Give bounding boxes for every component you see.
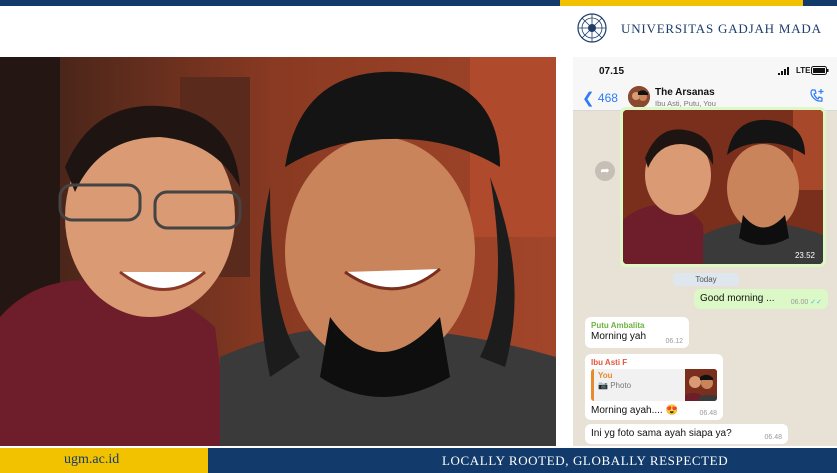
message-sender: Ibu Asti F bbox=[591, 358, 628, 367]
ugm-logo-icon bbox=[577, 13, 607, 43]
message-text: Good morning ... bbox=[700, 293, 775, 304]
image-message[interactable]: 23.52 bbox=[620, 107, 826, 267]
quoted-label-text: Photo bbox=[610, 381, 632, 390]
camera-icon: 📷 bbox=[598, 381, 608, 390]
message-bubble[interactable]: Good morning ... 06.00 ✓✓ bbox=[694, 289, 828, 309]
double-check-icon: ✓✓ bbox=[810, 299, 822, 306]
date-divider: Today bbox=[673, 273, 739, 286]
network-label: LTE bbox=[796, 66, 811, 75]
back-count: 468 bbox=[597, 91, 618, 105]
message-time: 06.00 ✓✓ bbox=[791, 298, 822, 306]
message-time: 06.48 bbox=[699, 410, 717, 417]
whatsapp-screenshot: 07.15 LTE ❮ 468 The Arsanas Ibu Asti, Pu… bbox=[573, 57, 837, 446]
message-text: Ini yg foto sama ayah siapa ya? bbox=[591, 428, 732, 439]
message-bubble[interactable]: Ini yg foto sama ayah siapa ya? 06.48 bbox=[585, 424, 788, 444]
image-time: 23.52 bbox=[794, 251, 815, 260]
top-accent-bar-right bbox=[803, 0, 837, 6]
battery-icon bbox=[811, 66, 829, 75]
tagline: LOCALLY ROOTED, GLOBALLY RESPECTED bbox=[442, 453, 729, 468]
status-time: 07.15 bbox=[599, 66, 625, 77]
add-call-icon[interactable] bbox=[809, 88, 825, 104]
chevron-left-icon: ❮ bbox=[582, 90, 595, 107]
back-button[interactable]: ❮ 468 bbox=[582, 88, 618, 107]
page: UNIVERSITAS GADJAH MADA 07.15 LTE ❮ 468 … bbox=[0, 0, 837, 473]
group-avatar[interactable] bbox=[628, 86, 650, 108]
message-time: 06.12 bbox=[665, 338, 683, 345]
chat-title[interactable]: The Arsanas bbox=[655, 87, 715, 98]
quoted-message[interactable]: You 📷 Photo bbox=[591, 369, 717, 401]
message-text: Morning ayah.... 😍 bbox=[591, 405, 678, 416]
university-name: UNIVERSITAS GADJAH MADA bbox=[621, 21, 822, 36]
forward-icon[interactable]: ➦ bbox=[595, 161, 615, 181]
signal-icon bbox=[778, 67, 789, 75]
selfie-photo bbox=[0, 57, 556, 446]
message-bubble[interactable]: Ibu Asti F You 📷 Photo Morning ayah.... … bbox=[585, 354, 723, 420]
status-bar: 07.15 LTE bbox=[573, 57, 837, 83]
message-sender: Putu Ambalita bbox=[591, 321, 645, 330]
top-accent-bar-gold bbox=[560, 0, 803, 6]
top-accent-bar bbox=[0, 0, 560, 6]
message-bubble[interactable]: Putu Ambalita Morning yah 06.12 bbox=[585, 317, 689, 348]
website-link[interactable]: ugm.ac.id bbox=[64, 452, 119, 468]
message-time: 06.48 bbox=[764, 434, 782, 441]
quoted-thumbnail bbox=[685, 369, 717, 401]
message-text: Morning yah bbox=[591, 331, 647, 342]
message-time-value: 06.00 bbox=[790, 299, 809, 306]
